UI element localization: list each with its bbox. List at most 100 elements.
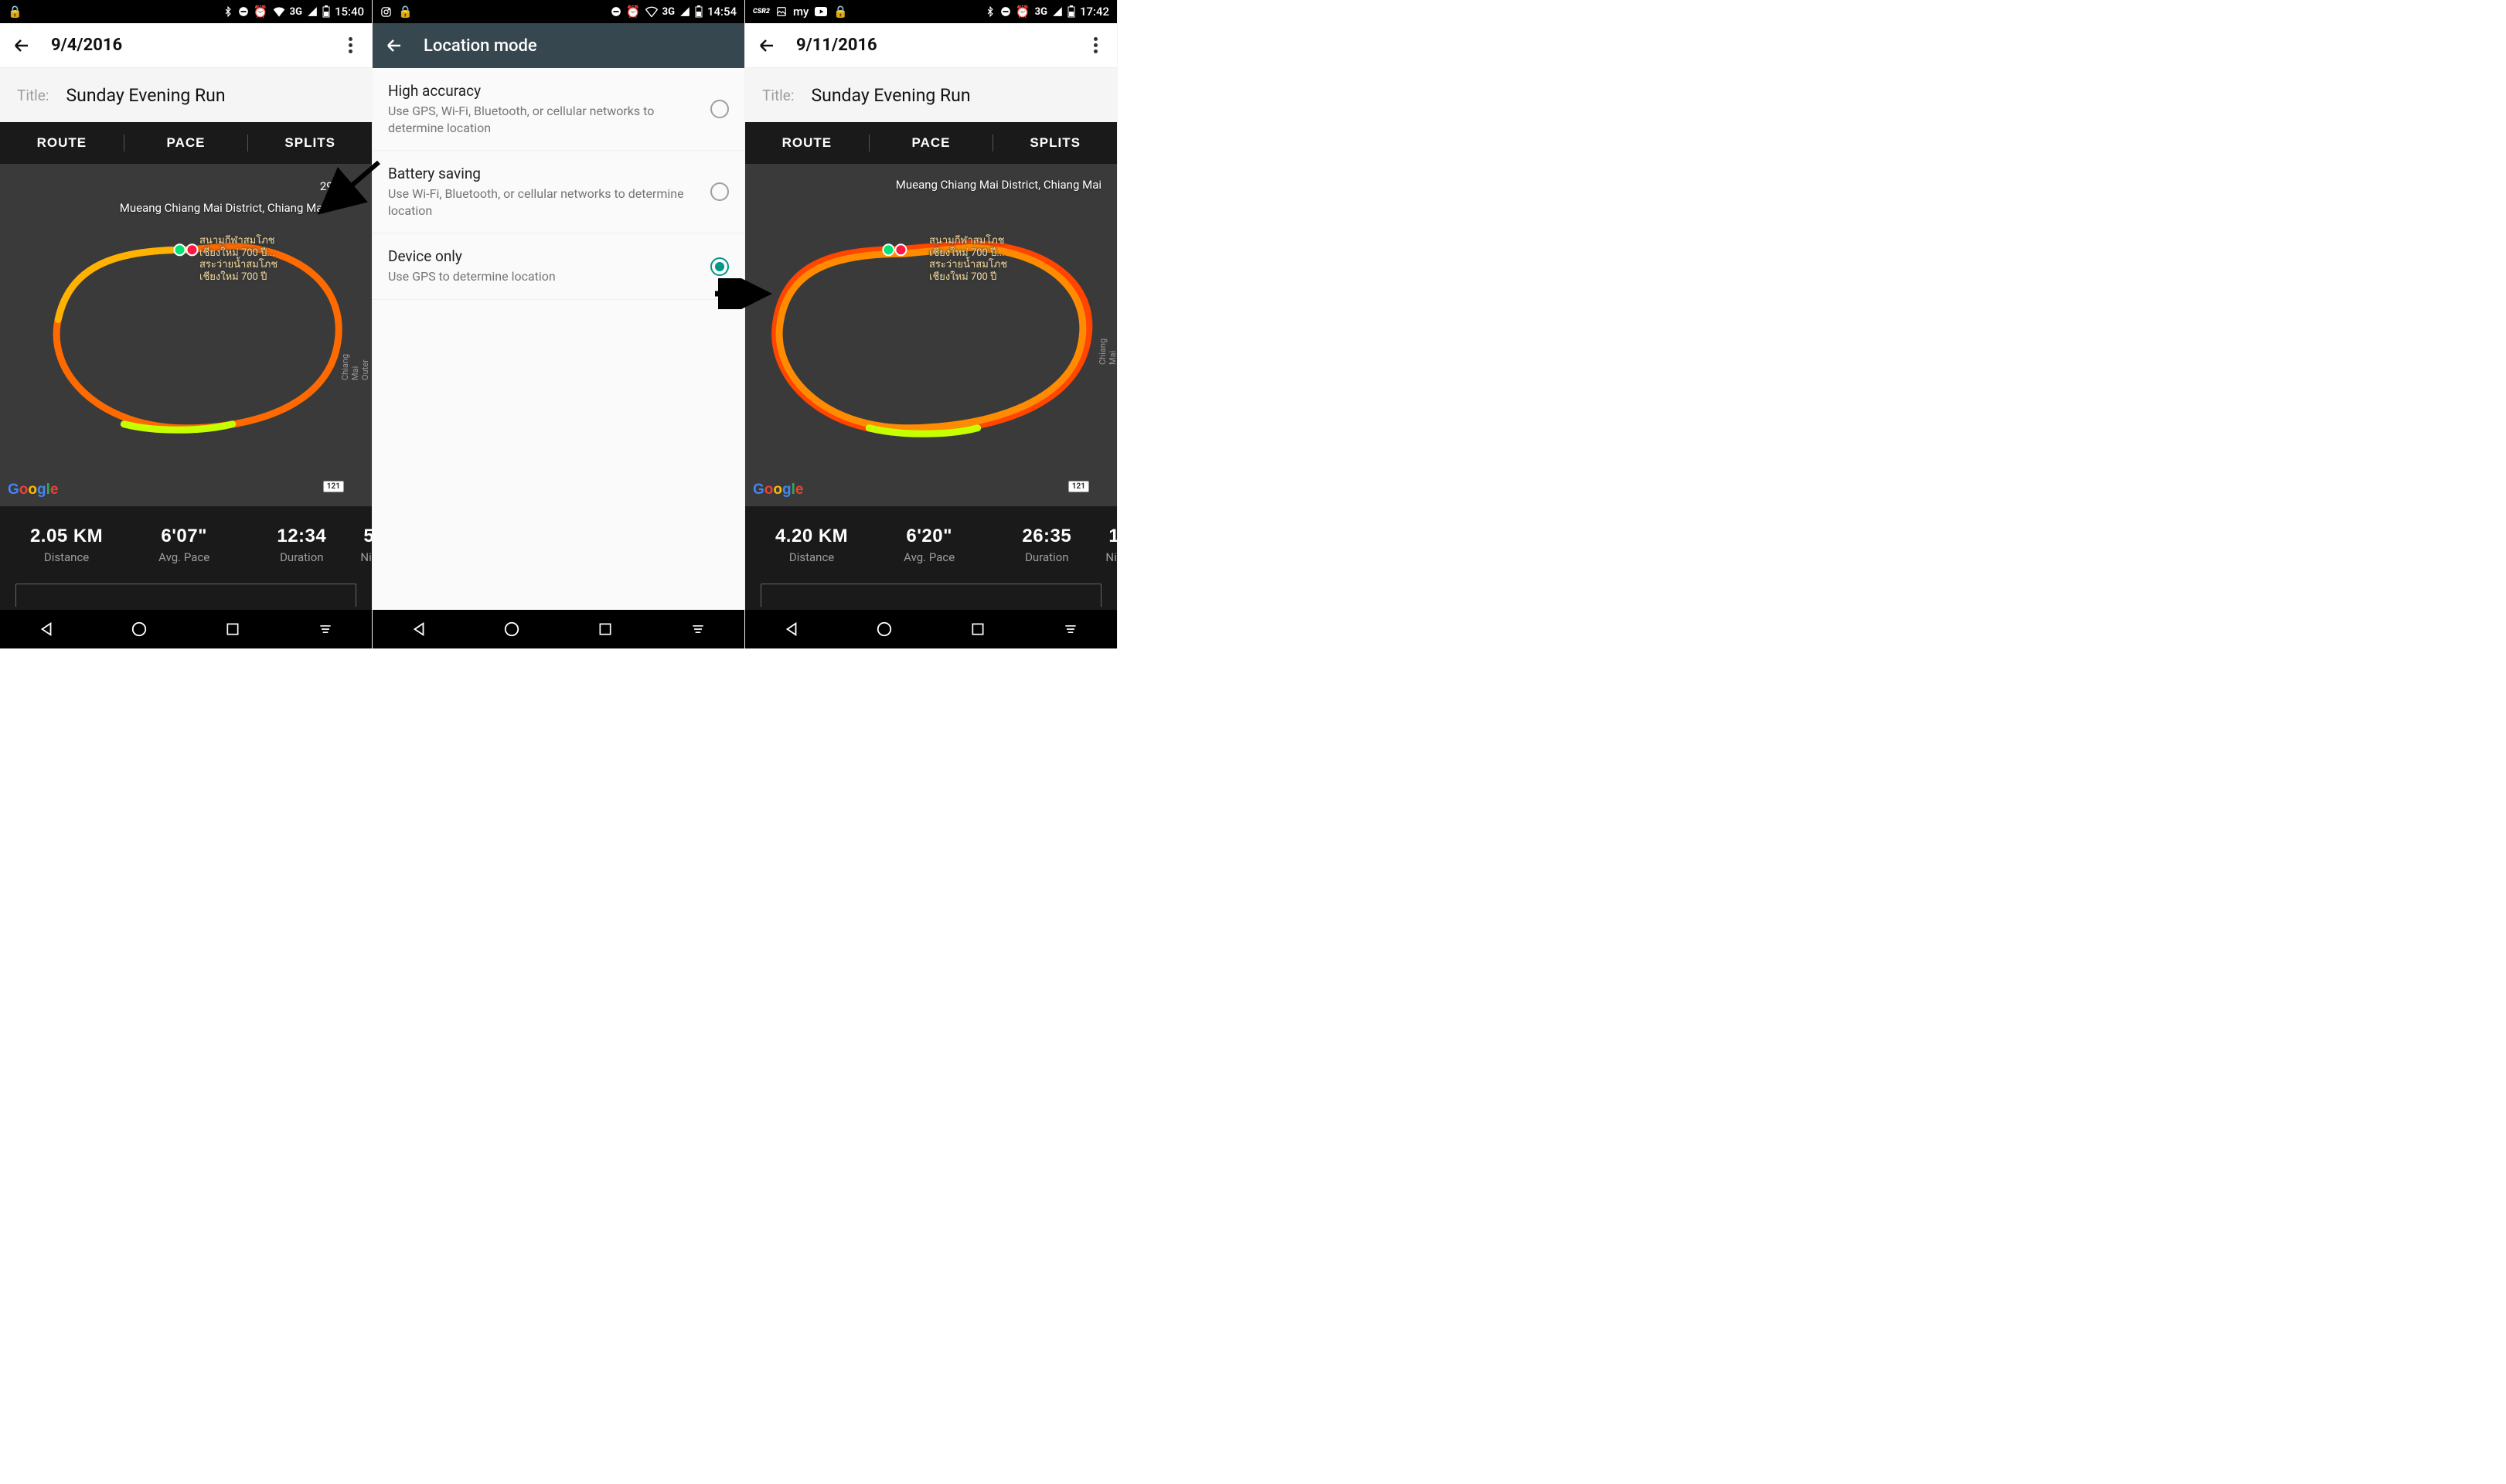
- overflow-menu-button[interactable]: [1086, 36, 1105, 55]
- tab-bar: ROUTE PACE SPLITS: [0, 122, 372, 164]
- nav-home[interactable]: [873, 618, 895, 640]
- page-title: Location mode: [424, 36, 732, 56]
- lock-icon: 🔒: [398, 5, 413, 19]
- option-battery-saving[interactable]: Battery saving Use Wi-Fi, Bluetooth, or …: [373, 151, 744, 233]
- back-button[interactable]: [758, 36, 776, 55]
- map-poi: สนามกีฬาสมโภช เชียงใหม่ 700 ปี... สระว่า…: [199, 235, 277, 283]
- stats-row: 2.05 KM Distance 6'07" Avg. Pace 12:34 D…: [0, 506, 372, 584]
- dnd-icon: [1000, 6, 1011, 17]
- toolbar: 9/4/2016: [0, 23, 372, 68]
- option-high-accuracy[interactable]: High accuracy Use GPS, Wi-Fi, Bluetooth,…: [373, 68, 744, 151]
- wifi-outline-icon: [645, 6, 658, 17]
- back-button[interactable]: [12, 36, 31, 55]
- title-label: Title:: [17, 87, 49, 104]
- nav-back[interactable]: [781, 618, 802, 640]
- clock-label: 15:40: [335, 5, 364, 19]
- gallery-icon: [776, 6, 787, 17]
- instagram-icon: [380, 6, 392, 18]
- stat-duration: 12:34 Duration: [243, 526, 360, 564]
- alarm-icon: ⏰: [254, 5, 268, 19]
- action-row: [745, 584, 1117, 610]
- network-label: 3G: [1035, 6, 1047, 18]
- stat-pace: 6'07" Avg. Pace: [125, 526, 243, 564]
- battery-icon: [1067, 5, 1075, 18]
- title-value: Sunday Evening Run: [811, 85, 970, 106]
- activity-title-row[interactable]: Title: Sunday Evening Run: [0, 68, 372, 122]
- csr2-icon: CSR2: [753, 8, 770, 15]
- signal-icon: [1052, 6, 1063, 17]
- signal-icon: [679, 6, 690, 17]
- map-poi: สนามกีฬาสมโภช เชียงใหม่ 700 ปี... สระว่า…: [929, 235, 1007, 283]
- radio-device-only[interactable]: [710, 257, 729, 276]
- activity-title-row[interactable]: Title: Sunday Evening Run: [745, 68, 1117, 122]
- tab-splits[interactable]: SPLITS: [248, 135, 372, 151]
- page-title: 9/4/2016: [51, 36, 341, 55]
- stat-distance: 2.05 KM Distance: [8, 526, 125, 564]
- nav-back[interactable]: [36, 618, 57, 640]
- nav-home[interactable]: [128, 618, 150, 640]
- android-navbar: [373, 610, 744, 648]
- nav-recent[interactable]: [967, 618, 989, 640]
- option-device-only[interactable]: Device only Use GPS to determine locatio…: [373, 233, 744, 300]
- nav-drawer[interactable]: [687, 618, 709, 640]
- status-bar: 🔒 ⏰ 3G 15:40: [0, 0, 372, 23]
- status-bar: 🔒 ⏰ 3G 14:54: [373, 0, 744, 23]
- stat-duration: 26:35 Duration: [988, 526, 1105, 564]
- nav-recent[interactable]: [222, 618, 243, 640]
- battery-icon: [695, 5, 703, 18]
- stats-row: 4.20 KM Distance 6'20" Avg. Pace 26:35 D…: [745, 506, 1117, 584]
- google-logo: Google: [8, 482, 58, 499]
- radio-battery-saving[interactable]: [710, 182, 729, 201]
- nav-home[interactable]: [501, 618, 523, 640]
- tab-pace[interactable]: PACE: [870, 135, 993, 151]
- radio-high-accuracy[interactable]: [710, 100, 729, 118]
- stat-pace: 6'20" Avg. Pace: [870, 526, 988, 564]
- location-mode-list: High accuracy Use GPS, Wi-Fi, Bluetooth,…: [373, 68, 744, 610]
- lock-icon: 🔒: [8, 5, 22, 19]
- road-label: Chiang Mai Outer Ring Rd: [340, 349, 372, 380]
- tab-bar: ROUTE PACE SPLITS: [745, 122, 1117, 164]
- tab-route[interactable]: ROUTE: [745, 135, 869, 151]
- title-value: Sunday Evening Run: [66, 85, 225, 106]
- clock-label: 17:42: [1080, 5, 1109, 19]
- title-label: Title:: [762, 87, 794, 104]
- dnd-icon: [611, 6, 621, 17]
- route-path: [0, 164, 372, 506]
- back-button[interactable]: [385, 36, 403, 55]
- route-map[interactable]: 29° ⛅ Mueang Chiang Mai District, Chiang…: [0, 164, 372, 506]
- dnd-icon: [238, 6, 249, 17]
- youtube-icon: [815, 7, 827, 16]
- bluetooth-icon: [985, 6, 996, 17]
- route-map[interactable]: Mueang Chiang Mai District, Chiang Mai ส…: [745, 164, 1117, 506]
- highway-badge: 121: [323, 481, 344, 492]
- stat-nikefuel: 1 Nik: [1105, 526, 1117, 564]
- highway-badge: 121: [1068, 481, 1089, 492]
- action-button[interactable]: [761, 584, 1101, 607]
- signal-icon: [307, 6, 318, 17]
- battery-icon: [322, 5, 330, 18]
- android-navbar: [0, 610, 372, 648]
- toolbar: 9/11/2016: [745, 23, 1117, 68]
- network-label: 3G: [290, 6, 302, 18]
- network-label: 3G: [662, 6, 675, 18]
- screen-location-mode: 🔒 ⏰ 3G 14:54 Location mode High accuracy…: [373, 0, 745, 648]
- tab-route[interactable]: ROUTE: [0, 135, 124, 151]
- lock-icon: 🔒: [833, 5, 848, 19]
- nav-drawer[interactable]: [1060, 618, 1081, 640]
- nav-back[interactable]: [408, 618, 430, 640]
- nav-drawer[interactable]: [315, 618, 336, 640]
- overflow-menu-button[interactable]: [341, 36, 359, 55]
- route-path: [745, 164, 1117, 506]
- status-bar: CSR2 my 🔒 ⏰ 3G 17:42: [745, 0, 1117, 23]
- action-button[interactable]: [15, 584, 356, 607]
- tab-splits[interactable]: SPLITS: [993, 135, 1117, 151]
- screen-run-2: CSR2 my 🔒 ⏰ 3G 17:42 9/11/2016 Title: Su…: [745, 0, 1118, 648]
- android-navbar: [745, 610, 1117, 648]
- tab-pace[interactable]: PACE: [124, 135, 248, 151]
- alarm-icon: ⏰: [1016, 5, 1030, 19]
- page-title: 9/11/2016: [796, 36, 1086, 55]
- action-row: [0, 584, 372, 610]
- clock-label: 14:54: [707, 5, 737, 19]
- nav-recent[interactable]: [594, 618, 616, 640]
- wifi-icon: [273, 6, 285, 17]
